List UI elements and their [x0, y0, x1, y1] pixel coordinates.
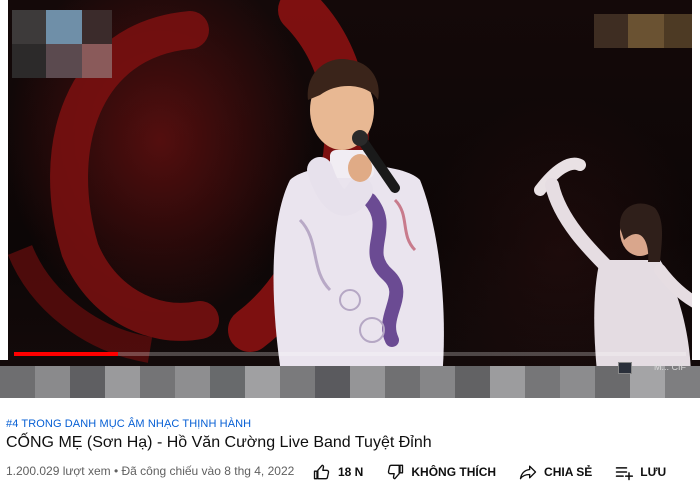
thumbs-down-icon: [388, 464, 404, 480]
save-button[interactable]: LƯU: [614, 462, 666, 482]
action-bar: 18 N KHÔNG THÍCH CHIA SẺ LƯU: [312, 460, 666, 484]
like-button[interactable]: 18 N: [312, 462, 363, 482]
dislike-label: KHÔNG THÍCH: [411, 465, 497, 479]
dislike-button[interactable]: KHÔNG THÍCH: [385, 462, 496, 482]
frame-edge-left: [0, 0, 8, 360]
video-progress-fill: [14, 352, 119, 356]
like-count: 18 N: [338, 465, 364, 479]
channel-watermark-text: M... CIF: [654, 362, 686, 372]
thumbs-up-icon: [313, 464, 330, 480]
share-icon: [519, 465, 537, 480]
share-label: CHIA SẺ: [544, 465, 593, 479]
video-progress-bar[interactable]: [14, 352, 686, 356]
video-player[interactable]: M... CIF: [0, 0, 700, 398]
share-button[interactable]: CHIA SẺ: [518, 462, 592, 482]
save-playlist-icon: [616, 467, 634, 481]
trending-hashtag[interactable]: #4 TRONG DANH MỤC ÂM NHẠC THỊNH HÀNH: [6, 418, 251, 430]
save-label: LƯU: [640, 465, 667, 479]
player-controls-bar[interactable]: [0, 366, 700, 398]
dancer-figure: [534, 157, 700, 398]
view-stats: 1.200.029 lượt xem • Đã công chiếu vào 8…: [6, 464, 295, 478]
frame-edge-right: [692, 0, 700, 360]
video-title: CỐNG MẸ (Sơn Hạ) - Hồ Văn Cường Live Ban…: [6, 434, 432, 451]
